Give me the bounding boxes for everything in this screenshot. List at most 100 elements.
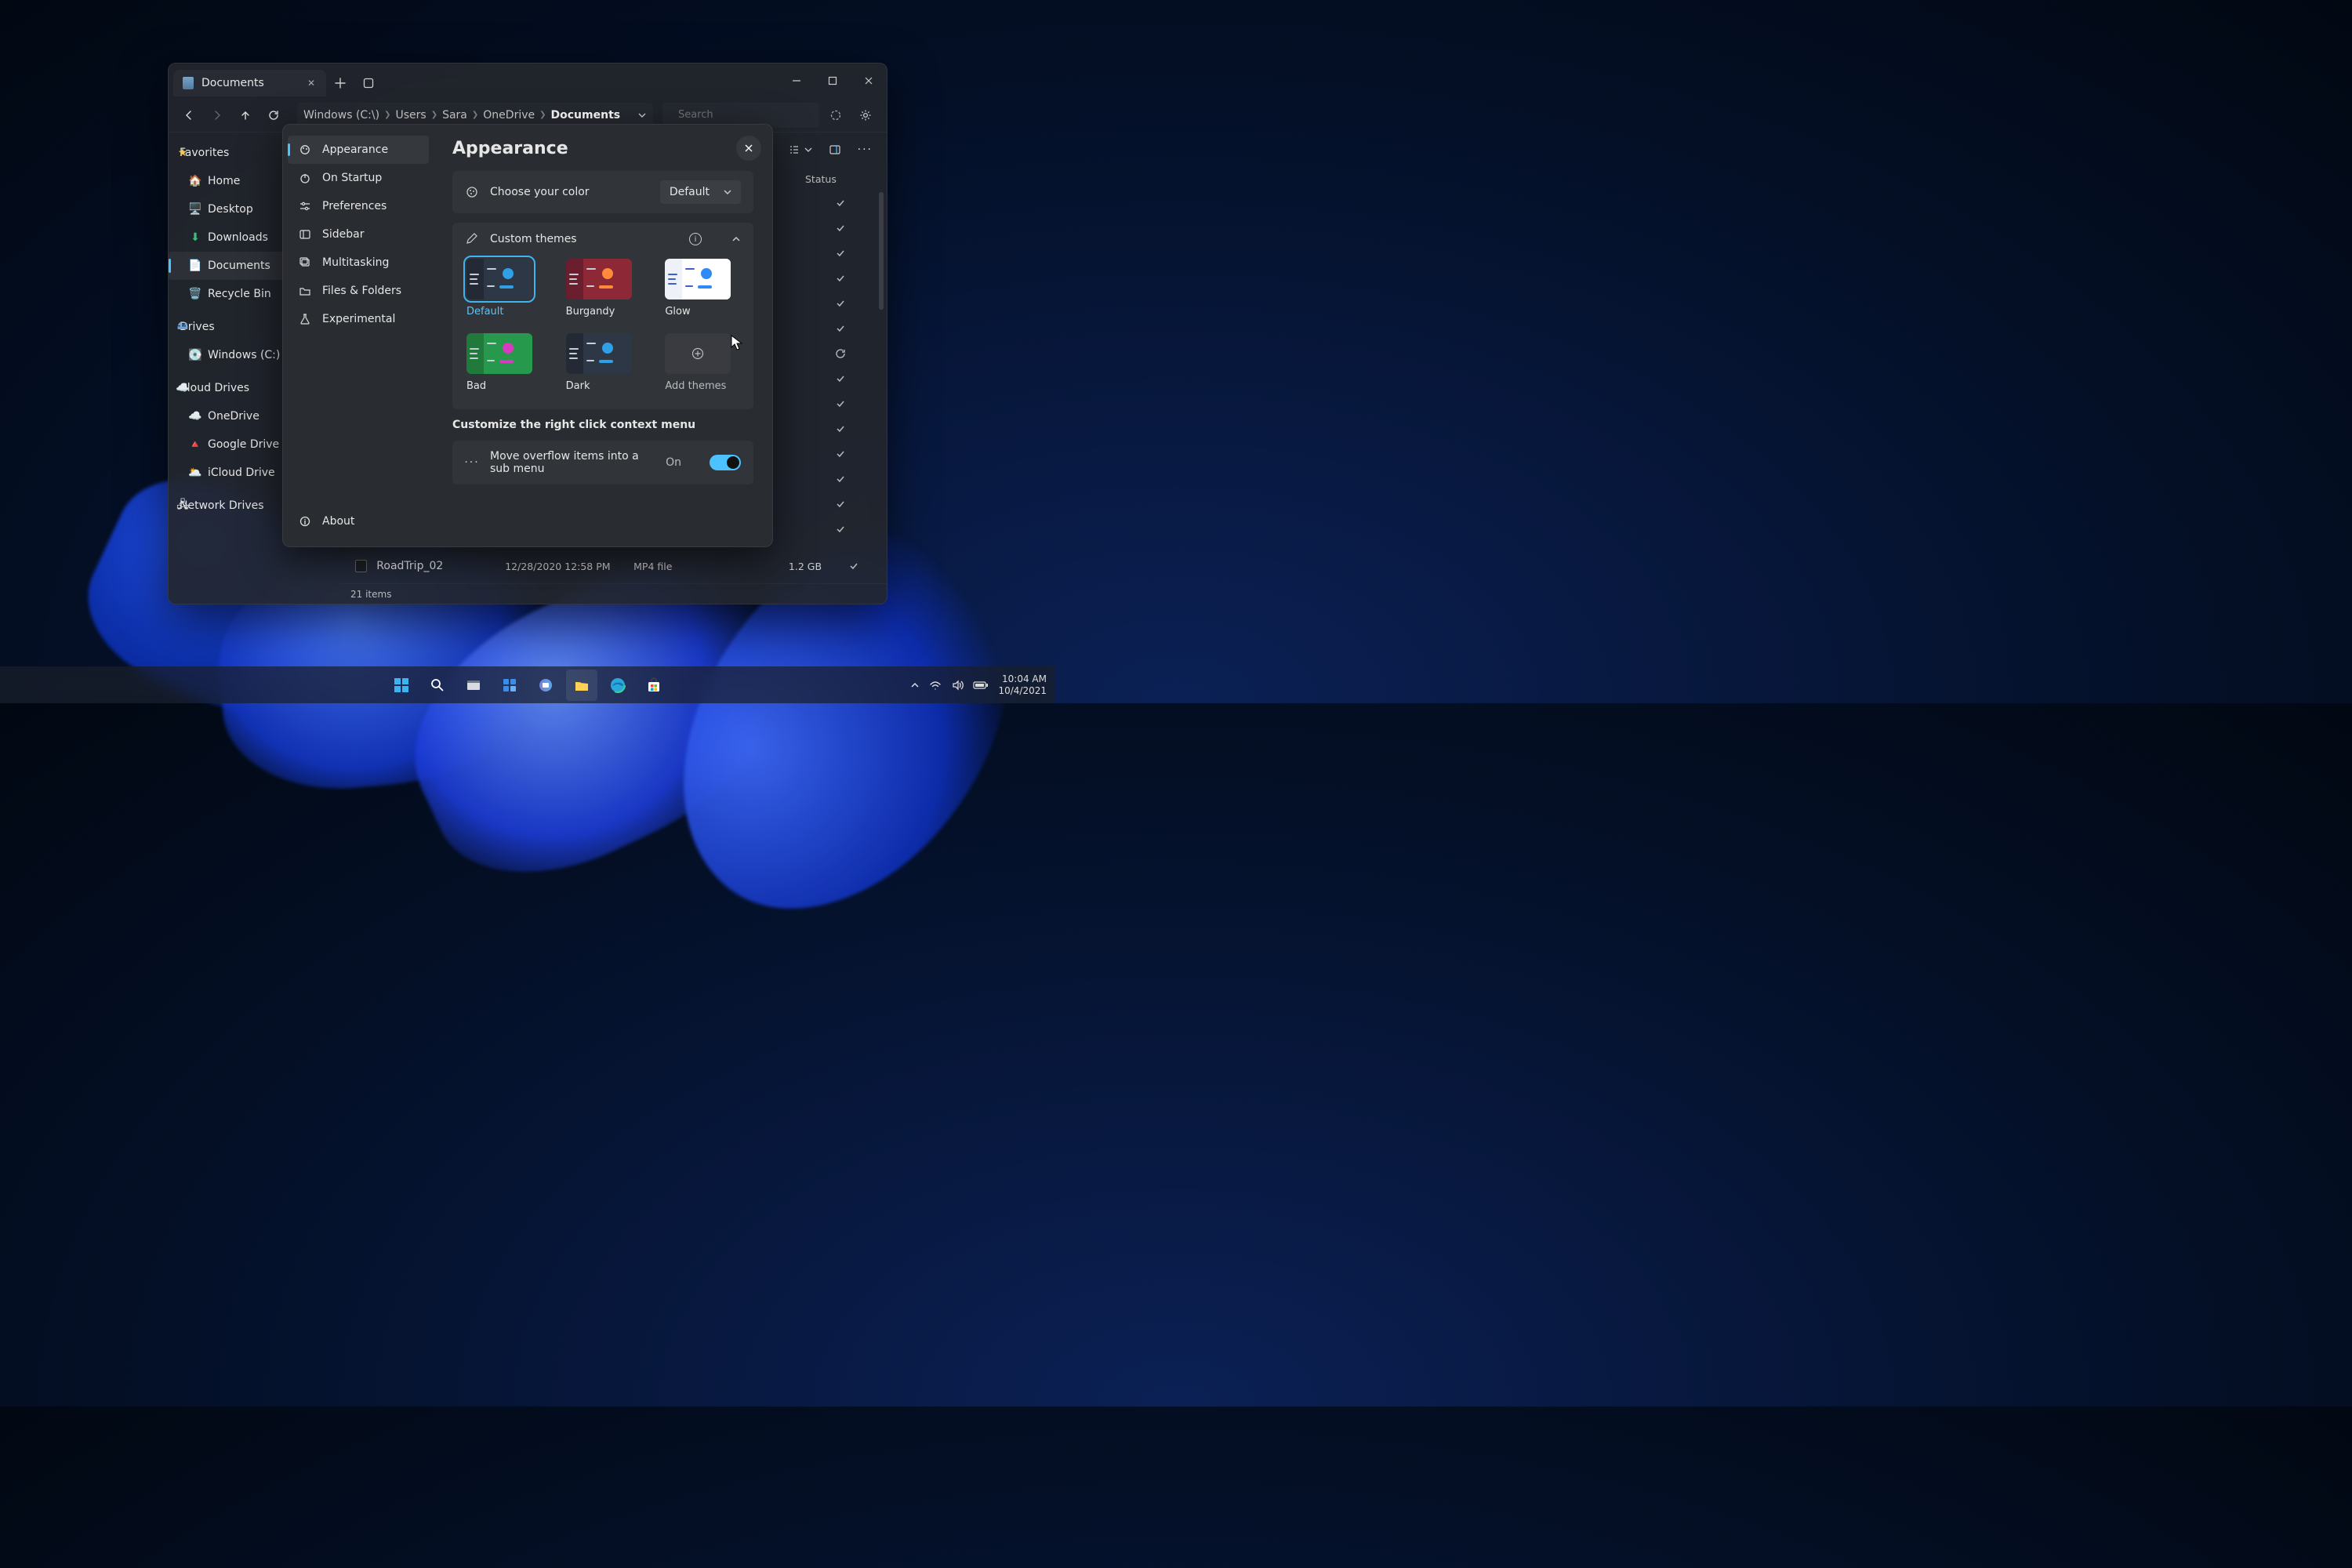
close-tab-button[interactable]: ✕ <box>304 74 318 92</box>
theme-option-burgandy[interactable]: Burgandy <box>566 259 641 318</box>
address-dropdown[interactable] <box>637 111 647 120</box>
breadcrumb-segment[interactable]: Windows (C:\) <box>303 109 379 122</box>
minimize-button[interactable] <box>779 66 815 96</box>
file-name: RoadTrip_02 <box>376 560 495 572</box>
windows-icon <box>393 677 410 694</box>
wifi-icon[interactable] <box>929 679 942 691</box>
preview-pane-button[interactable] <box>823 137 847 162</box>
maximize-button[interactable] <box>815 66 851 96</box>
column-header-status[interactable]: Status <box>805 173 876 185</box>
settings-nav-label: About <box>322 515 354 528</box>
trash-icon: 🗑️ <box>189 288 201 300</box>
chevron-right-icon: ❯ <box>431 111 437 119</box>
titlebar: Documents ✕ <box>169 64 887 98</box>
up-button[interactable] <box>233 103 258 128</box>
sync-icon <box>835 348 846 359</box>
check-icon <box>835 198 846 209</box>
status-cell <box>805 524 876 535</box>
tab-overview-button[interactable] <box>354 70 383 96</box>
breadcrumb-segment[interactable]: Sara <box>442 109 467 122</box>
breadcrumb-segment[interactable]: OneDrive <box>483 109 535 122</box>
settings-content: Appearance Choose your color Default Cus… <box>434 125 772 546</box>
taskbar-center <box>386 670 670 701</box>
theme-grid: Default Burgandy <box>465 246 741 397</box>
settings-nav-startup[interactable]: On Startup <box>288 164 429 192</box>
tab-documents[interactable]: Documents ✕ <box>173 70 326 96</box>
window-controls <box>779 66 887 96</box>
check-icon <box>835 398 846 409</box>
theme-option-dark[interactable]: Dark <box>566 333 641 392</box>
refresh-button[interactable] <box>261 103 286 128</box>
settings-button[interactable] <box>852 103 879 128</box>
close-modal-button[interactable] <box>736 136 761 161</box>
chat[interactable] <box>530 670 561 701</box>
check-icon <box>835 499 846 510</box>
settings-nav-sidebar[interactable]: Sidebar <box>288 220 429 249</box>
chat-icon <box>537 677 554 694</box>
settings-modal: Appearance On Startup Preferences Sideba… <box>282 124 773 547</box>
settings-nav-experimental[interactable]: Experimental <box>288 305 429 333</box>
file-row[interactable]: RoadTrip_02 12/28/2020 12:58 PM MP4 file… <box>339 554 887 579</box>
status-cell <box>805 273 876 284</box>
theme-label: Bad <box>466 380 541 392</box>
settings-nav-appearance[interactable]: Appearance <box>288 136 429 164</box>
breadcrumb-segment[interactable]: Users <box>395 109 426 122</box>
collapse-button[interactable] <box>731 234 741 244</box>
more-button[interactable]: ··· <box>851 137 879 162</box>
close-icon <box>864 76 873 85</box>
theme-option-bad[interactable]: Bad <box>466 333 541 392</box>
new-tab-button[interactable] <box>326 70 354 96</box>
theme-label: Burgandy <box>566 306 641 318</box>
settings-nav-label: Multitasking <box>322 256 389 269</box>
battery-icon[interactable] <box>973 681 989 690</box>
file-explorer-taskbar[interactable] <box>566 670 597 701</box>
settings-nav-multitasking[interactable]: Multitasking <box>288 249 429 277</box>
tray-chevron[interactable] <box>910 681 920 690</box>
home-icon: 🏠 <box>189 175 201 187</box>
drive-icon: 🖴 <box>176 318 189 336</box>
star-icon: ★ <box>176 147 189 159</box>
breadcrumb-current[interactable]: Documents <box>551 109 621 122</box>
cloud-icon: ☁️ <box>176 382 189 394</box>
add-theme-button[interactable]: Add themes <box>665 333 739 392</box>
chevron-down-icon <box>804 146 812 154</box>
widgets[interactable] <box>494 670 525 701</box>
theme-option-glow[interactable]: Glow <box>665 259 739 318</box>
choose-color-select[interactable]: Default <box>660 180 741 204</box>
check-icon <box>835 373 846 384</box>
loading-button[interactable] <box>822 103 849 128</box>
task-view[interactable] <box>458 670 489 701</box>
settings-nav-label: Appearance <box>322 143 388 156</box>
taskbar-search[interactable] <box>422 670 453 701</box>
store[interactable] <box>638 670 670 701</box>
plus-icon <box>335 78 346 89</box>
settings-heading: Appearance <box>452 139 753 158</box>
check-icon <box>835 298 846 309</box>
scrollbar[interactable] <box>879 191 885 583</box>
search-input[interactable] <box>678 109 811 121</box>
view-button[interactable] <box>782 137 818 162</box>
pencil-icon <box>465 232 479 246</box>
info-button[interactable]: i <box>689 233 702 245</box>
sidebar-label: Cloud Drives <box>180 382 249 394</box>
theme-label: Dark <box>566 380 641 392</box>
close-icon <box>744 143 753 153</box>
theme-option-default[interactable]: Default <box>466 259 541 318</box>
back-button[interactable] <box>176 103 201 128</box>
edge[interactable] <box>602 670 633 701</box>
settings-nav-label: Sidebar <box>322 228 365 241</box>
settings-nav-about[interactable]: About <box>288 507 429 535</box>
scrollbar-thumb[interactable] <box>879 192 884 310</box>
check-icon <box>835 474 846 485</box>
forward-button[interactable] <box>205 103 230 128</box>
refresh-icon <box>267 109 280 122</box>
start-button[interactable] <box>386 670 417 701</box>
clock[interactable]: 10:04 AM 10/4/2021 <box>998 673 1047 696</box>
settings-nav-preferences[interactable]: Preferences <box>288 192 429 220</box>
volume-icon[interactable] <box>951 679 964 691</box>
overflow-toggle[interactable] <box>710 455 741 470</box>
status-cell <box>805 499 876 510</box>
taskbar: 10:04 AM 10/4/2021 <box>0 666 1054 703</box>
settings-nav-files-folders[interactable]: Files & Folders <box>288 277 429 305</box>
close-window-button[interactable] <box>851 66 887 96</box>
